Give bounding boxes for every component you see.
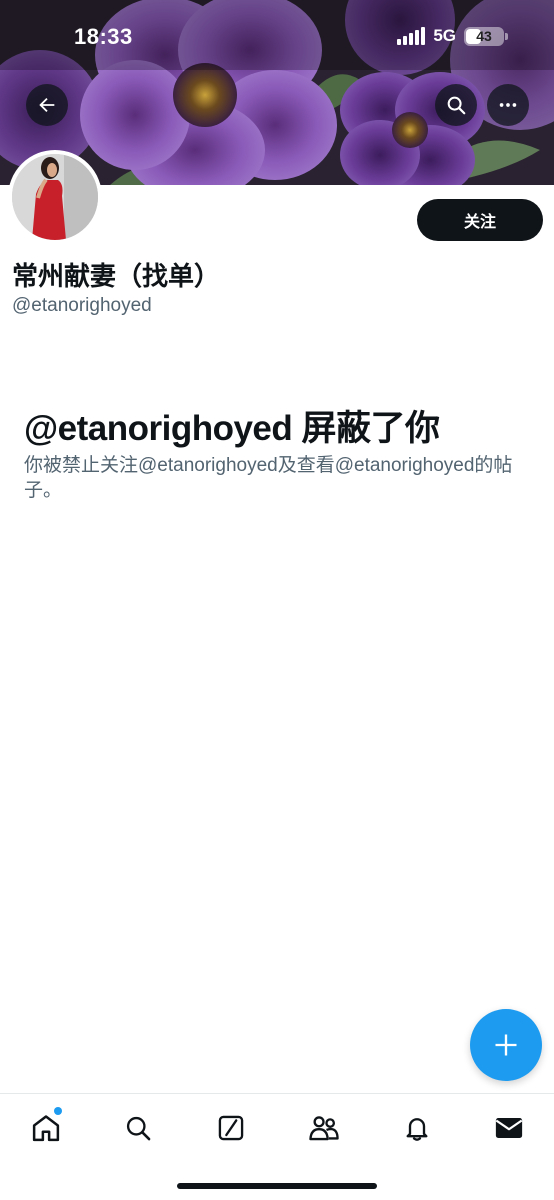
plus-icon xyxy=(495,1034,517,1056)
nav-search[interactable] xyxy=(118,1108,158,1148)
status-indicators: 5G 43 xyxy=(397,26,508,46)
messages-icon xyxy=(495,1118,523,1138)
home-indicator xyxy=(177,1183,377,1189)
search-icon xyxy=(447,96,466,115)
grok-icon xyxy=(218,1115,244,1141)
status-bar: 18:33 5G 43 xyxy=(0,0,554,76)
more-button[interactable] xyxy=(487,84,529,126)
profile-banner[interactable]: 18:33 5G 43 xyxy=(0,0,554,185)
battery-level: 43 xyxy=(476,28,492,44)
follow-button[interactable]: 关注 xyxy=(417,199,543,241)
nav-notifications[interactable] xyxy=(397,1108,437,1148)
search-icon xyxy=(126,1116,151,1141)
nav-grok[interactable] xyxy=(211,1108,251,1148)
arrow-left-icon xyxy=(39,97,55,113)
blocked-title: @etanorighoyed 屏蔽了你 xyxy=(24,409,440,448)
profile-handle: @etanorighoyed xyxy=(12,295,152,316)
notifications-icon xyxy=(406,1118,428,1141)
nav-communities[interactable] xyxy=(304,1108,344,1148)
compose-post-button[interactable] xyxy=(470,1009,542,1081)
network-type: 5G xyxy=(433,26,456,45)
nav-messages[interactable] xyxy=(489,1108,529,1148)
avatar-image xyxy=(12,154,98,240)
search-button[interactable] xyxy=(435,84,477,126)
back-button[interactable] xyxy=(26,84,68,126)
profile-display-name: 常州献妻（找单） xyxy=(12,261,221,291)
avatar[interactable] xyxy=(8,150,102,244)
home-notification-dot xyxy=(54,1107,62,1115)
nav-home[interactable] xyxy=(26,1107,66,1148)
home-icon xyxy=(32,1115,60,1142)
cellular-signal-icon xyxy=(397,27,426,45)
more-horizontal-icon xyxy=(499,103,517,107)
communities-icon xyxy=(309,1116,339,1141)
battery-icon: 43 xyxy=(464,26,508,46)
blocked-description: 你被禁止关注@etanorighoyed及查看@etanorighoyed的帖子… xyxy=(24,455,513,501)
status-time: 18:33 xyxy=(74,24,133,49)
